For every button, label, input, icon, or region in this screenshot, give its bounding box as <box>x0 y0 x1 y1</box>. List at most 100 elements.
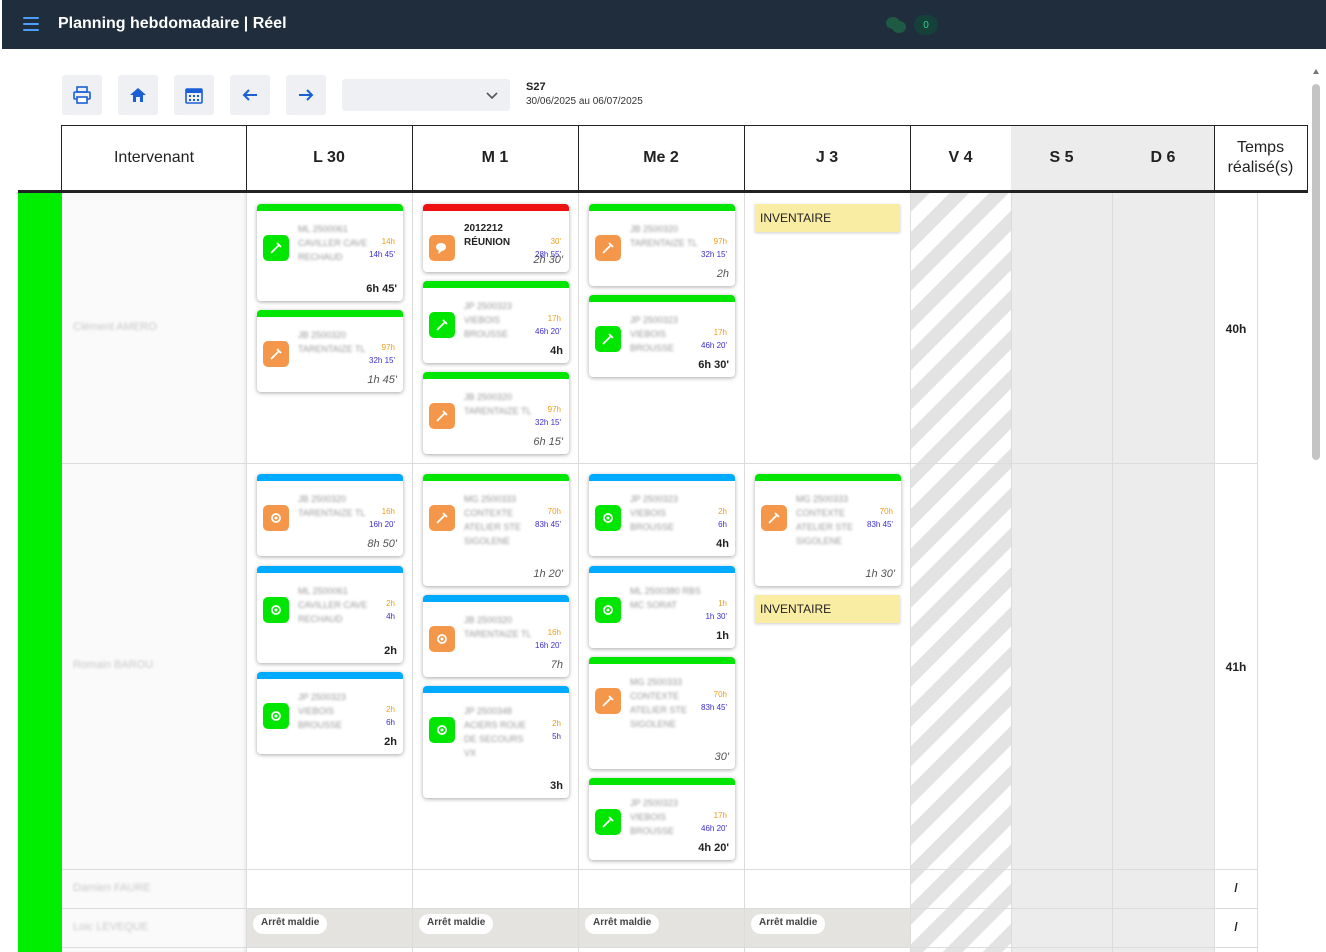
realized-hours: 32h 15' <box>369 356 395 365</box>
arrow-left-icon <box>241 86 259 104</box>
realized-hours: 83h 45' <box>535 520 561 529</box>
task-reference: JP 2500323 VIEBOIS BROUSSE <box>464 299 536 341</box>
realized-hours: 46h 20' <box>701 341 727 350</box>
task-card[interactable]: JP 2500323 VIEBOIS BROUSSE2h6h4h <box>589 474 735 556</box>
total-hours: / <box>1216 920 1256 934</box>
task-duration: 1h 45' <box>367 374 397 386</box>
header-day-mon: L 30 <box>246 125 413 191</box>
header-day-sun: D 6 <box>1112 125 1215 191</box>
task-reference: ML 2500061 CAVILLER CAVE RECHAUD <box>298 222 370 264</box>
task-card[interactable]: JP 2500323 VIEBOIS BROUSSE17h46h 20'6h 3… <box>589 295 735 377</box>
estimated-hours: 2h <box>552 719 561 728</box>
task-card[interactable]: 2012212 RÉUNION30'28h 55'2h 30' <box>423 204 569 272</box>
estimated-hours: 70h <box>880 507 893 516</box>
task-card[interactable]: JP 2500348 ACIERS ROUE DE SECOURS VX2h5h… <box>423 686 569 798</box>
task-card[interactable]: MG 2500333 CONTEXTE ATELIER STE SIGOLENE… <box>589 657 735 769</box>
task-duration: 3h <box>550 780 563 792</box>
realized-hours: 6h <box>718 520 727 529</box>
task-reference: 2012212 RÉUNION <box>464 222 536 250</box>
task-reference: ML 2500061 CAVILLER CAVE RECHAUD <box>298 584 370 626</box>
tool-icon <box>429 403 455 429</box>
estimated-hours: 70h <box>548 507 561 516</box>
week-select[interactable] <box>342 79 510 111</box>
task-reference: MG 2500333 CONTEXTE ATELIER STE SIGOLENE <box>464 492 536 548</box>
task-reference: MG 2500333 CONTEXTE ATELIER STE SIGOLENE <box>796 492 868 548</box>
sick-leave-badge[interactable]: Arrêt maldie <box>253 914 327 934</box>
task-card[interactable]: JP 2500323 VIEBOIS BROUSSE17h46h 20'4h <box>423 281 569 363</box>
tool-icon <box>263 235 289 261</box>
task-card[interactable]: JP 2500323 VIEBOIS BROUSSE17h46h 20'4h 2… <box>589 778 735 860</box>
inventory-block[interactable]: INVENTAIRE <box>755 204 900 232</box>
gear-icon <box>429 717 455 743</box>
task-duration: 4h <box>550 345 563 357</box>
task-card[interactable]: JB 2500320 TARENTAIZE TL16h16h 20'7h <box>423 595 569 677</box>
gear-icon <box>429 626 455 652</box>
arrow-right-icon <box>297 86 315 104</box>
estimated-hours: 2h <box>386 599 395 608</box>
gear-icon <box>263 703 289 729</box>
scroll-thumb[interactable] <box>1312 84 1320 460</box>
task-card[interactable]: JP 2500323 VIEBOIS BROUSSE2h6h2h <box>257 672 403 754</box>
estimated-hours: 70h <box>714 690 727 699</box>
scroll-up-arrow[interactable] <box>1313 69 1319 74</box>
header-total: Temps réalisé(s) <box>1214 125 1308 191</box>
gear-icon <box>263 505 289 531</box>
next-week-button[interactable] <box>286 75 326 115</box>
task-card[interactable]: MG 2500333 CONTEXTE ATELIER STE SIGOLENE… <box>755 474 901 586</box>
tool-icon <box>595 688 621 714</box>
header-day-wed: Me 2 <box>578 125 745 191</box>
task-card[interactable]: ML 2500061 CAVILLER CAVE RECHAUD14h14h 4… <box>257 204 403 301</box>
task-duration: 1h <box>716 630 729 642</box>
realized-hours: 16h 20' <box>369 520 395 529</box>
home-button[interactable] <box>118 75 158 115</box>
chat-icon <box>429 235 455 261</box>
task-reference: JB 2500320 TARENTAIZE TL <box>464 613 536 641</box>
task-reference: JP 2500323 VIEBOIS BROUSSE <box>630 796 702 838</box>
task-card[interactable]: MG 2500333 CONTEXTE ATELIER STE SIGOLENE… <box>423 474 569 586</box>
print-button[interactable] <box>62 75 102 115</box>
notification-badge: 0 <box>914 15 938 35</box>
task-duration: 6h 15' <box>533 436 563 448</box>
header-day-sat: S 5 <box>1011 125 1113 191</box>
realized-hours: 32h 15' <box>535 418 561 427</box>
task-card[interactable]: JB 2500320 TARENTAIZE TL16h16h 20'8h 50' <box>257 474 403 556</box>
chevron-down-icon <box>486 89 498 101</box>
sick-leave-badge[interactable]: Arrêt maldie <box>585 914 659 934</box>
task-card[interactable]: JB 2500320 TARENTAIZE TL97h32h 15'2h <box>589 204 735 286</box>
task-card[interactable]: ML 2500061 CAVILLER CAVE RECHAUD 2h 4h 2h <box>257 566 403 663</box>
total-hours: 40h <box>1216 322 1256 336</box>
print-icon <box>73 86 91 104</box>
task-reference: JB 2500320 TARENTAIZE TL <box>464 390 536 418</box>
gear-icon <box>595 597 621 623</box>
tool-icon <box>595 235 621 261</box>
task-reference: MG 2500333 CONTEXTE ATELIER STE SIGOLENE <box>630 675 702 731</box>
realized-hours: 4h <box>386 612 395 621</box>
previous-week-button[interactable] <box>230 75 270 115</box>
estimated-hours: 17h <box>714 811 727 820</box>
calendar-button[interactable] <box>174 75 214 115</box>
estimated-hours: 2h <box>386 705 395 714</box>
estimated-hours: 30' <box>551 237 561 246</box>
chat-icon[interactable] <box>885 15 907 35</box>
estimated-hours: 97h <box>714 237 727 246</box>
hamburger-menu-icon[interactable] <box>23 17 39 31</box>
sick-leave-badge[interactable]: Arrêt maldie <box>419 914 493 934</box>
inventory-block[interactable]: INVENTAIRE <box>755 595 900 623</box>
header-day-fri: V 4 <box>910 125 1012 191</box>
task-reference: ML 2500380 RBS MC SORAT <box>630 584 702 612</box>
sick-leave-badge[interactable]: Arrêt maldie <box>751 914 825 934</box>
task-duration: 30' <box>715 751 729 763</box>
estimated-hours: 16h <box>548 628 561 637</box>
gear-icon <box>595 505 621 531</box>
task-card[interactable]: JB 2500320 TARENTAIZE TL97h32h 15'1h 45' <box>257 310 403 392</box>
task-card[interactable]: ML 2500380 RBS MC SORAT1h1h 30'1h <box>589 566 735 648</box>
task-card[interactable]: JB 2500320 TARENTAIZE TL97h32h 15'6h 15' <box>423 372 569 454</box>
realized-hours: 5h <box>552 732 561 741</box>
estimated-hours: 1h <box>718 599 727 608</box>
tool-icon <box>429 312 455 338</box>
task-duration: 2h <box>717 268 729 280</box>
task-duration: 2h <box>384 645 397 657</box>
task-duration: 1h 30' <box>865 568 895 580</box>
task-duration: 2h 30' <box>533 254 563 266</box>
header-day-thu: J 3 <box>744 125 911 191</box>
